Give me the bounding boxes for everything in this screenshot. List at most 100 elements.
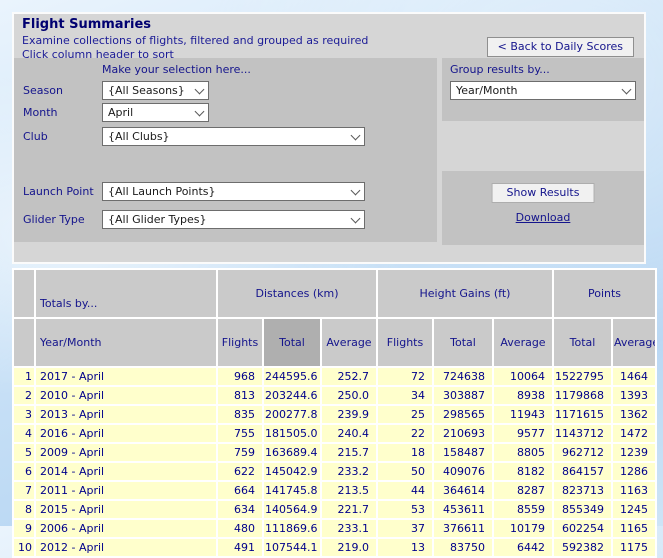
cell: 303887: [434, 387, 492, 404]
cell: 1286: [613, 463, 655, 480]
cell: 2016 - April: [36, 425, 216, 442]
cell: 1464: [613, 368, 655, 385]
group-by-select[interactable]: Year/Month: [450, 81, 636, 100]
table-row: 12017 - April968244595.6252.772724638100…: [14, 368, 655, 385]
cell: 18: [378, 444, 432, 461]
group-header: Height Gains (ft): [378, 270, 552, 317]
cell: 213.5: [322, 482, 376, 499]
cell: 233.2: [322, 463, 376, 480]
cell: 664: [218, 482, 262, 499]
cell: 2: [14, 387, 34, 404]
group-by-select-value: Year/Month: [456, 84, 517, 97]
group-header: Distances (km): [218, 270, 376, 317]
club-select[interactable]: {All Clubs}: [102, 127, 365, 146]
cell: 244595.6: [264, 368, 320, 385]
cell: 1522795: [554, 368, 611, 385]
cell: 50: [378, 463, 432, 480]
cell: 10: [14, 539, 34, 556]
summary-panel: Flight Summaries Examine collections of …: [12, 12, 646, 264]
cell: 1175: [613, 539, 655, 556]
selection-heading: Make your selection here...: [102, 63, 251, 76]
cell: 592382: [554, 539, 611, 556]
table-row: 52009 - April759163689.4215.718158487880…: [14, 444, 655, 461]
back-to-daily-scores-button[interactable]: < Back to Daily Scores: [487, 37, 634, 57]
results-table: Totals by...Distances (km)Height Gains (…: [12, 268, 657, 558]
cell: 210693: [434, 425, 492, 442]
column-header[interactable]: Total: [554, 319, 611, 366]
page-subtitle: Examine collections of flights, filtered…: [22, 34, 368, 47]
club-label: Club: [23, 130, 48, 143]
cell: 480: [218, 520, 262, 537]
cell: 864157: [554, 463, 611, 480]
column-header[interactable]: Year/Month: [36, 319, 216, 366]
download-link[interactable]: Download: [516, 211, 571, 224]
chevron-down-icon: [351, 185, 361, 195]
column-header[interactable]: Average: [613, 319, 655, 366]
column-header[interactable]: Average: [322, 319, 376, 366]
cell: 634: [218, 501, 262, 518]
cell: 1393: [613, 387, 655, 404]
cell: 823713: [554, 482, 611, 499]
launch-point-label: Launch Point: [23, 185, 94, 198]
cell: 2015 - April: [36, 501, 216, 518]
cell: 8182: [494, 463, 552, 480]
cell: 364614: [434, 482, 492, 499]
chevron-down-icon: [195, 84, 205, 94]
cell: 2012 - April: [36, 539, 216, 556]
column-header[interactable]: Total: [264, 319, 320, 366]
cell: 145042.9: [264, 463, 320, 480]
table-row: 92006 - April480111869.6233.137376611101…: [14, 520, 655, 537]
cell: 622: [218, 463, 262, 480]
cell: 2013 - April: [36, 406, 216, 423]
cell: 3: [14, 406, 34, 423]
column-header[interactable]: Average: [494, 319, 552, 366]
cell: 298565: [434, 406, 492, 423]
cell: 83750: [434, 539, 492, 556]
cell: 962712: [554, 444, 611, 461]
cell: 22: [378, 425, 432, 442]
show-results-button[interactable]: Show Results: [492, 183, 595, 203]
cell: 10179: [494, 520, 552, 537]
cell: 9: [14, 520, 34, 537]
cell: 240.4: [322, 425, 376, 442]
cell: 141745.8: [264, 482, 320, 499]
season-select[interactable]: {All Seasons}: [102, 81, 209, 100]
chevron-down-icon: [351, 130, 361, 140]
cell: 10064: [494, 368, 552, 385]
column-header[interactable]: Flights: [218, 319, 262, 366]
launch-point-select-value: {All Launch Points}: [108, 185, 216, 198]
cell: 2010 - April: [36, 387, 216, 404]
cell: 755: [218, 425, 262, 442]
cell: 1: [14, 368, 34, 385]
group-header: Totals by...: [36, 270, 216, 317]
month-select-value: April: [108, 106, 133, 119]
launch-point-select[interactable]: {All Launch Points}: [102, 182, 365, 201]
cell: 1472: [613, 425, 655, 442]
table-row: 32013 - April835200277.8239.925298565119…: [14, 406, 655, 423]
group-header: [14, 270, 34, 317]
cell: 252.7: [322, 368, 376, 385]
cell: 453611: [434, 501, 492, 518]
chevron-down-icon: [622, 84, 632, 94]
cell: 72: [378, 368, 432, 385]
cell: 7: [14, 482, 34, 499]
cell: 8287: [494, 482, 552, 499]
cell: 1239: [613, 444, 655, 461]
table-row: 82015 - April634140564.9221.753453611855…: [14, 501, 655, 518]
table-row: 102012 - April491107544.1219.01383750644…: [14, 539, 655, 556]
column-header[interactable]: Flights: [378, 319, 432, 366]
month-select[interactable]: April: [102, 103, 209, 122]
cell: 8938: [494, 387, 552, 404]
cell: 2006 - April: [36, 520, 216, 537]
cell: 2014 - April: [36, 463, 216, 480]
filter-panel: Make your selection here... Season {All …: [14, 58, 437, 242]
cell: 1245: [613, 501, 655, 518]
cell: 6: [14, 463, 34, 480]
cell: 2009 - April: [36, 444, 216, 461]
cell: 968: [218, 368, 262, 385]
column-header[interactable]: Total: [434, 319, 492, 366]
glider-type-select[interactable]: {All Glider Types}: [102, 210, 365, 229]
season-select-value: {All Seasons}: [108, 84, 185, 97]
cell: 1179868: [554, 387, 611, 404]
cell: 250.0: [322, 387, 376, 404]
